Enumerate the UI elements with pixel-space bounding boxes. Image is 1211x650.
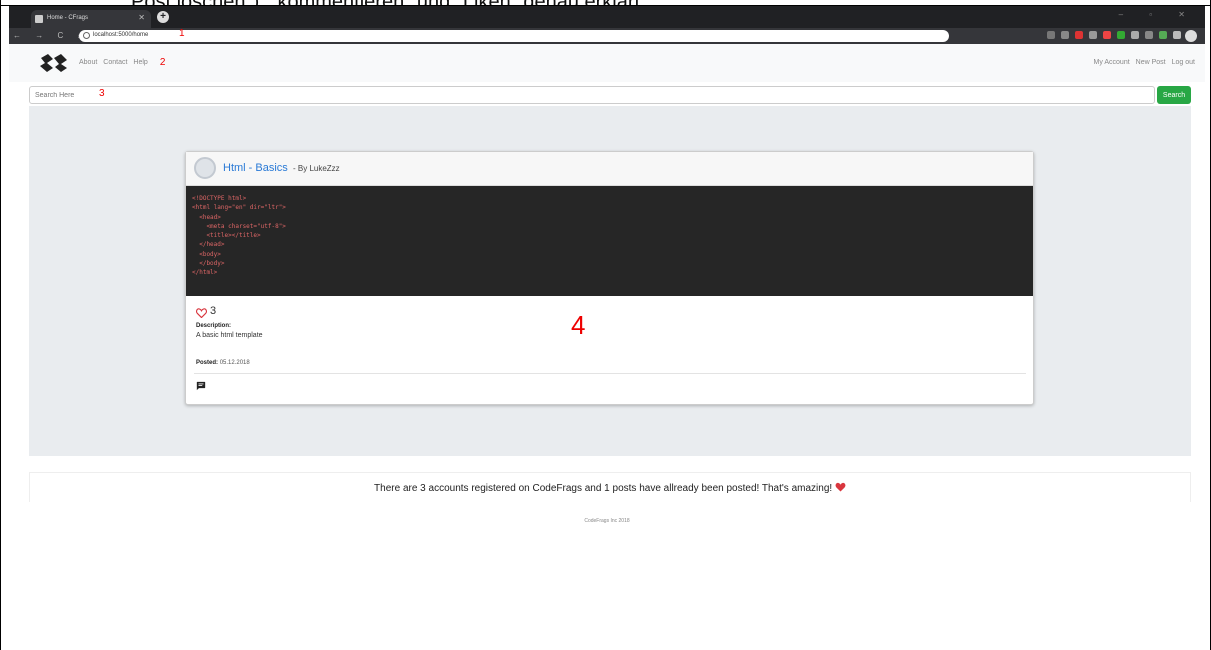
annotation-label-1: 1 xyxy=(179,28,185,39)
url-text: localhost:5000/home xyxy=(93,32,149,38)
new-tab-button[interactable]: + xyxy=(157,11,169,23)
window-controls[interactable]: – ▫ ✕ xyxy=(1119,10,1197,19)
post-card-body: 3 Description: A basic html template 4 P… xyxy=(186,296,1033,406)
code-line: <!DOCTYPE html> xyxy=(192,195,247,202)
post-card-header: Html - Basics - By LukeZzz xyxy=(186,152,1033,186)
nav-link-new-post[interactable]: New Post xyxy=(1136,59,1166,66)
extension-icons[interactable] xyxy=(1047,31,1181,39)
description-label: Description: xyxy=(196,323,232,329)
like-count: 3 xyxy=(210,305,217,317)
code-line: </head> xyxy=(192,241,225,249)
stats-banner: There are 3 accounts registered on CodeF… xyxy=(29,472,1191,502)
code-line: <html lang="en" dir="ltr"> xyxy=(192,204,286,212)
code-line: <title></title> xyxy=(192,232,261,240)
posted-label: Posted: xyxy=(196,360,219,366)
post-title-link[interactable]: Html - Basics xyxy=(223,162,288,174)
footer: CodeFrags Inc 2018 xyxy=(584,518,630,524)
heart-icon xyxy=(835,482,846,492)
document-page: Post löschen"), "kommentieren" und "Like… xyxy=(0,0,1211,650)
browser-nav-buttons[interactable]: ← → C ⌂ xyxy=(13,31,88,40)
posted-date-value: 05.12.2018 xyxy=(219,360,250,366)
address-bar[interactable]: localhost:5000/home 1 xyxy=(79,28,949,42)
profile-avatar[interactable] xyxy=(1185,30,1197,42)
code-line: <meta charset="utf-8"> xyxy=(192,222,286,230)
posted-date: Posted: 05.12.2018 xyxy=(196,360,250,366)
nav-link-log-out[interactable]: Log out xyxy=(1172,59,1195,66)
code-line: <head> xyxy=(192,213,221,221)
extension-icon[interactable] xyxy=(1131,31,1139,39)
browser-tab[interactable]: Home - CFrags ✕ xyxy=(31,10,151,28)
annotation-label-4: 4 xyxy=(571,310,586,340)
codefrags-logo[interactable] xyxy=(39,54,69,72)
address-bar-row: ← → C ⌂ localhost:5000/home 1 xyxy=(9,28,1205,44)
site-info-icon[interactable] xyxy=(83,32,90,39)
post-card: Html - Basics - By LukeZzz <!DOCTYPE htm… xyxy=(185,151,1034,405)
translate-icon[interactable] xyxy=(1047,31,1055,39)
search-row: 3 Search xyxy=(29,86,1191,104)
extension-icon[interactable] xyxy=(1145,31,1153,39)
nav-links: About Contact Help 2 xyxy=(79,57,166,70)
nav-link-contact[interactable]: Contact xyxy=(103,59,127,70)
code-line: </html> xyxy=(192,269,218,277)
extension-icon[interactable] xyxy=(1117,31,1125,39)
extension-icon[interactable] xyxy=(1173,31,1181,39)
stats-text: There are 3 accounts registered on CodeF… xyxy=(374,483,833,494)
code-line: <body> xyxy=(192,250,221,258)
author-avatar xyxy=(194,157,216,179)
account-links: My Account New Post Log out xyxy=(1093,59,1195,66)
annotation-label-2: 2 xyxy=(159,57,166,68)
tab-title: Home - CFrags xyxy=(47,15,89,21)
browser-tab-bar: Home - CFrags ✕ + – ▫ ✕ xyxy=(9,6,1205,28)
extension-icon[interactable] xyxy=(1075,31,1083,39)
code-snippet: <!DOCTYPE html> <html lang="en" dir="ltr… xyxy=(186,186,1033,296)
search-button[interactable]: Search xyxy=(1157,86,1191,104)
annotation-label-3: 3 xyxy=(99,88,105,99)
app-navbar: About Contact Help 2 My Account New Post… xyxy=(9,44,1205,82)
extension-icon[interactable] xyxy=(1089,31,1097,39)
close-tab-icon[interactable]: ✕ xyxy=(138,13,145,22)
description-text: A basic html template xyxy=(196,332,263,339)
card-divider xyxy=(194,373,1026,374)
nav-link-my-account[interactable]: My Account xyxy=(1093,59,1129,66)
extension-icon[interactable] xyxy=(1103,31,1111,39)
browser-screenshot: Home - CFrags ✕ + – ▫ ✕ ← → C ⌂ localhos… xyxy=(9,6,1205,536)
nav-link-about[interactable]: About xyxy=(79,59,97,70)
favicon-icon xyxy=(35,15,43,23)
post-author: - By LukeZzz xyxy=(293,164,340,173)
comment-icon[interactable] xyxy=(196,381,206,391)
code-line: </body> xyxy=(192,260,225,268)
like-heart-icon[interactable] xyxy=(196,308,207,318)
star-icon[interactable] xyxy=(1061,31,1069,39)
nav-link-help[interactable]: Help xyxy=(133,59,147,70)
search-input[interactable] xyxy=(29,86,1155,104)
extension-icon[interactable] xyxy=(1159,31,1167,39)
